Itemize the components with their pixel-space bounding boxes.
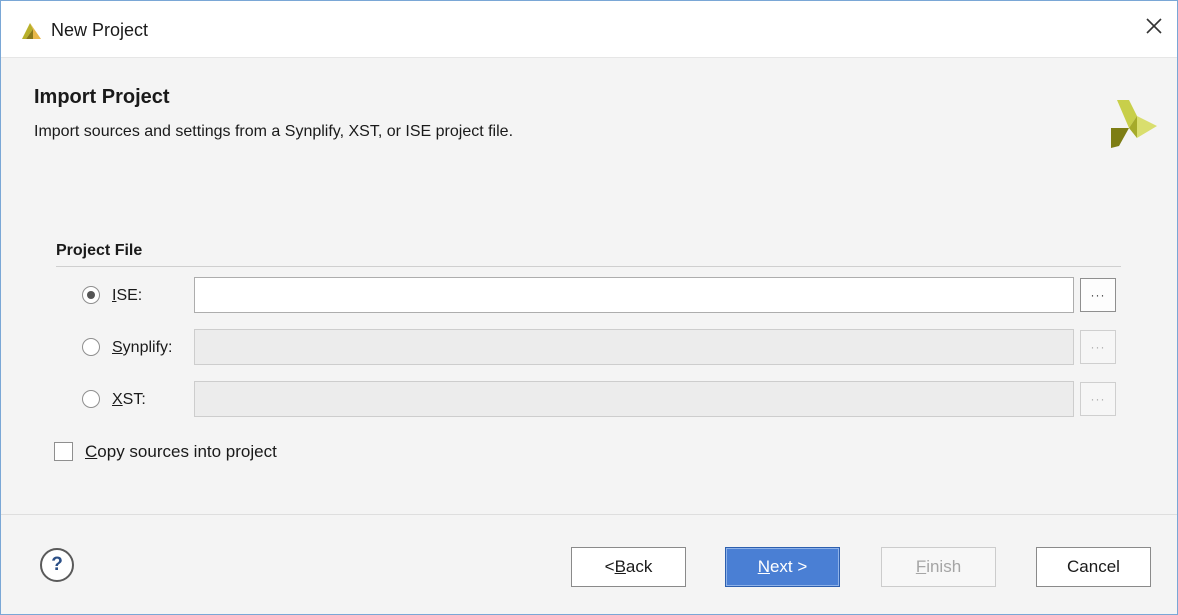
new-project-dialog: New Project Import Project Import source… <box>0 0 1178 615</box>
copy-sources-label[interactable]: Copy sources into project <box>85 442 277 462</box>
xilinx-logo-icon <box>1107 98 1159 150</box>
cancel-button[interactable]: Cancel <box>1036 547 1151 587</box>
vivado-app-icon <box>19 19 43 41</box>
synplify-path-input[interactable] <box>194 329 1074 365</box>
xst-path-input[interactable] <box>194 381 1074 417</box>
synplify-browse-button[interactable]: ··· <box>1080 330 1116 364</box>
page-title: Import Project <box>34 86 170 108</box>
page-subtitle: Import sources and settings from a Synpl… <box>34 123 514 140</box>
synplify-option-row: Synplify: ··· <box>1 329 1177 367</box>
help-icon: ? <box>51 554 63 575</box>
title-bar: New Project <box>1 1 1177 58</box>
synplify-radio-label[interactable]: Synplify: <box>112 339 172 357</box>
help-button[interactable]: ? <box>40 548 74 582</box>
ise-browse-button[interactable]: ··· <box>1080 278 1116 312</box>
close-icon <box>1145 17 1163 40</box>
next-button[interactable]: Next > <box>725 547 840 587</box>
ise-radio-label[interactable]: ISE: <box>112 287 142 305</box>
finish-button[interactable]: Finish <box>881 547 996 587</box>
xst-browse-button[interactable]: ··· <box>1080 382 1116 416</box>
xst-option-row: XST: ··· <box>1 381 1177 419</box>
xst-radio-label[interactable]: XST: <box>112 391 146 409</box>
back-button[interactable]: < Back <box>571 547 686 587</box>
wizard-header: Import Project Import sources and settin… <box>1 58 1177 178</box>
project-file-group-title: Project File <box>56 242 143 259</box>
xst-radio[interactable] <box>82 390 100 408</box>
close-button[interactable] <box>1135 9 1173 47</box>
ise-path-input[interactable] <box>194 277 1074 313</box>
group-divider <box>56 266 1121 267</box>
ise-radio[interactable] <box>82 286 100 304</box>
ise-option-row: ISE: ··· <box>1 277 1177 315</box>
copy-sources-checkbox[interactable] <box>54 442 73 461</box>
synplify-radio[interactable] <box>82 338 100 356</box>
footer-divider <box>1 514 1177 515</box>
window-title: New Project <box>51 20 149 40</box>
